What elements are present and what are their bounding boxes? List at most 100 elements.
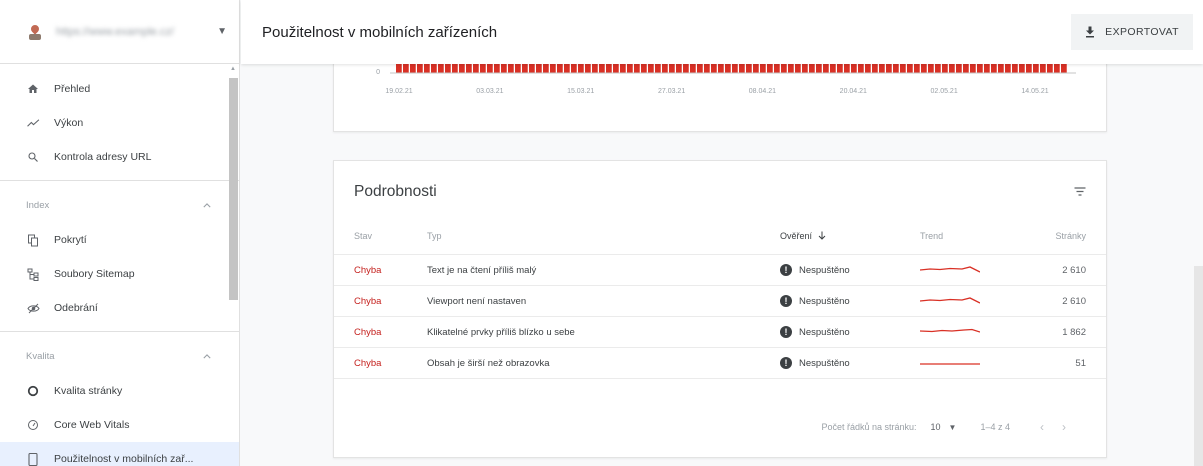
phone-icon bbox=[26, 452, 40, 466]
sidebar-item-odebrani[interactable]: Odebrání bbox=[0, 291, 239, 325]
sidebar-scrollbar-thumb[interactable] bbox=[229, 78, 238, 300]
validation-status: ! Nespuštěno bbox=[780, 357, 920, 369]
validation-label: Nespuštěno bbox=[799, 264, 850, 276]
table-row[interactable]: Chyba Viewport není nastaven ! Nespuštěno… bbox=[334, 286, 1106, 317]
validation-status: ! Nespuštěno bbox=[780, 264, 920, 276]
pages-count: 51 bbox=[1075, 357, 1086, 369]
info-icon: ! bbox=[780, 357, 792, 369]
arrow-down-icon bbox=[818, 231, 826, 240]
sidebar-item-label: Kontrola adresy URL bbox=[54, 151, 152, 163]
chevron-up-icon bbox=[203, 351, 211, 362]
prev-page-icon[interactable]: ‹ bbox=[1040, 420, 1062, 434]
property-favicon-icon bbox=[28, 24, 42, 40]
validation-label: Nespuštěno bbox=[799, 295, 850, 307]
trend-sparkline bbox=[919, 294, 1024, 309]
table-row[interactable]: Chyba Klikatelné prvky příliš blízko u s… bbox=[334, 317, 1106, 348]
section-title: Kvalita bbox=[26, 350, 55, 362]
trend-sparkline bbox=[919, 263, 1024, 278]
table-header: Stav Typ Ověření Trend Stránky bbox=[334, 217, 1106, 255]
y-tick-label: 0 bbox=[376, 69, 380, 76]
rows-per-page-select[interactable]: 10 bbox=[931, 422, 941, 432]
chevron-down-icon: ▼ bbox=[217, 26, 227, 37]
circle-icon bbox=[26, 384, 40, 398]
export-button[interactable]: EXPORTOVAT bbox=[1071, 14, 1193, 50]
main-scrollbar[interactable] bbox=[1194, 64, 1203, 466]
x-tick-label: 27.03.21 bbox=[658, 88, 685, 95]
column-header-trend[interactable]: Trend bbox=[920, 231, 1024, 241]
pagination-arrows: ‹› bbox=[1040, 420, 1084, 434]
filter-icon[interactable] bbox=[1074, 183, 1086, 201]
eye-off-icon bbox=[26, 301, 40, 315]
pages-count: 2 610 bbox=[1062, 264, 1086, 276]
main-content: 0 19.02.21 03.03.21 15.03.21 27.03.21 08.04.… bbox=[241, 60, 1203, 466]
sidebar-item-pouzitelnost[interactable]: Použitelnost v mobilních zař... bbox=[0, 442, 239, 466]
sidebar-item-kontrola-url[interactable]: Kontrola adresy URL bbox=[0, 140, 239, 174]
column-header-typ[interactable]: Typ bbox=[427, 231, 780, 241]
x-tick-label: 08.04.21 bbox=[749, 88, 776, 95]
pagination-range: 1–4 z 4 bbox=[980, 422, 1010, 432]
sidebar-item-pokryti[interactable]: Pokrytí bbox=[0, 223, 239, 257]
sidebar-item-label: Soubory Sitemap bbox=[54, 268, 135, 280]
column-header-stav[interactable]: Stav bbox=[334, 231, 427, 241]
sitemap-icon bbox=[26, 267, 40, 281]
sidebar: https://www.example.cz/ ▼ Přehled Výkon … bbox=[0, 0, 240, 466]
issue-type: Viewport není nastaven bbox=[427, 295, 527, 307]
search-icon bbox=[26, 150, 40, 164]
section-header-kvalita[interactable]: Kvalita bbox=[0, 338, 239, 374]
sidebar-item-vykon[interactable]: Výkon bbox=[0, 106, 239, 140]
section-title: Index bbox=[26, 199, 50, 211]
x-tick-label: 19.02.21 bbox=[385, 88, 412, 95]
sidebar-scrollbar[interactable]: ▲ bbox=[229, 66, 238, 466]
home-icon bbox=[26, 82, 40, 96]
download-icon bbox=[1086, 26, 1095, 38]
validation-status: ! Nespuštěno bbox=[780, 295, 920, 307]
info-icon: ! bbox=[780, 326, 792, 338]
sidebar-item-label: Přehled bbox=[54, 83, 91, 95]
x-tick-label: 14.05.21 bbox=[1021, 88, 1048, 95]
issue-type: Obsah je širší než obrazovka bbox=[427, 357, 550, 369]
column-header-overeni[interactable]: Ověření bbox=[780, 231, 920, 241]
chevron-up-icon bbox=[203, 200, 211, 211]
chevron-down-icon[interactable]: ▼ bbox=[949, 423, 957, 432]
sidebar-item-label: Pokrytí bbox=[54, 234, 87, 246]
copy-icon bbox=[26, 233, 40, 247]
section-header-index[interactable]: Index bbox=[0, 187, 239, 223]
issue-type: Klikatelné prvky příliš blízko u sebe bbox=[427, 326, 575, 338]
chart-card: 0 19.02.21 03.03.21 15.03.21 27.03.21 08.04.… bbox=[333, 60, 1107, 132]
validation-label: Nespuštěno bbox=[799, 357, 850, 369]
sidebar-item-core-web-vitals[interactable]: Core Web Vitals bbox=[0, 408, 239, 442]
table-pagination: Počet řádků na stránku: 10 ▼ 1–4 z 4 ‹› bbox=[334, 405, 1106, 449]
x-tick-label: 02.05.21 bbox=[930, 88, 957, 95]
status-label: Chyba bbox=[354, 357, 382, 369]
property-selector[interactable]: https://www.example.cz/ ▼ bbox=[0, 0, 239, 64]
details-title: Podrobnosti bbox=[354, 183, 437, 200]
trending-icon bbox=[26, 116, 40, 130]
error-bar-chart: 0 19.02.21 03.03.21 15.03.21 27.03.21 08.04.… bbox=[376, 61, 1076, 95]
column-header-label: Ověření bbox=[780, 230, 813, 241]
page-title: Použitelnost v mobilních zařízeních bbox=[262, 23, 498, 41]
sidebar-item-sitemap[interactable]: Soubory Sitemap bbox=[0, 257, 239, 291]
pages-count: 2 610 bbox=[1062, 295, 1086, 307]
validation-label: Nespuštěno bbox=[799, 326, 850, 338]
sidebar-item-kvalita-stranky[interactable]: Kvalita stránky bbox=[0, 374, 239, 408]
info-icon: ! bbox=[780, 264, 792, 276]
table-row[interactable]: Chyba Obsah je širší než obrazovka ! Nesp… bbox=[334, 348, 1106, 379]
status-label: Chyba bbox=[354, 264, 382, 276]
pages-count: 1 862 bbox=[1062, 326, 1086, 338]
x-tick-label: 03.03.21 bbox=[476, 88, 503, 95]
x-tick-label: 15.03.21 bbox=[567, 88, 594, 95]
status-label: Chyba bbox=[354, 295, 382, 307]
sidebar-item-prehled[interactable]: Přehled bbox=[0, 72, 239, 106]
table-row[interactable]: Chyba Text je na čtení příliš malý ! Nesp… bbox=[334, 255, 1106, 286]
x-tick-labels: 19.02.21 03.03.21 15.03.21 27.03.21 08.04.21… bbox=[385, 88, 1048, 95]
column-header-stranky[interactable]: Stránky bbox=[1024, 231, 1106, 241]
status-label: Chyba bbox=[354, 326, 382, 338]
trend-sparkline bbox=[920, 356, 1024, 371]
info-icon: ! bbox=[780, 295, 792, 307]
next-page-icon[interactable]: › bbox=[1062, 420, 1084, 434]
issue-type: Text je na čtení příliš malý bbox=[427, 264, 537, 276]
sidebar-item-label: Core Web Vitals bbox=[54, 419, 130, 431]
sidebar-item-label: Kvalita stránky bbox=[54, 385, 123, 397]
main-scrollbar-thumb[interactable] bbox=[1194, 266, 1203, 466]
scroll-up-icon: ▲ bbox=[230, 66, 236, 72]
